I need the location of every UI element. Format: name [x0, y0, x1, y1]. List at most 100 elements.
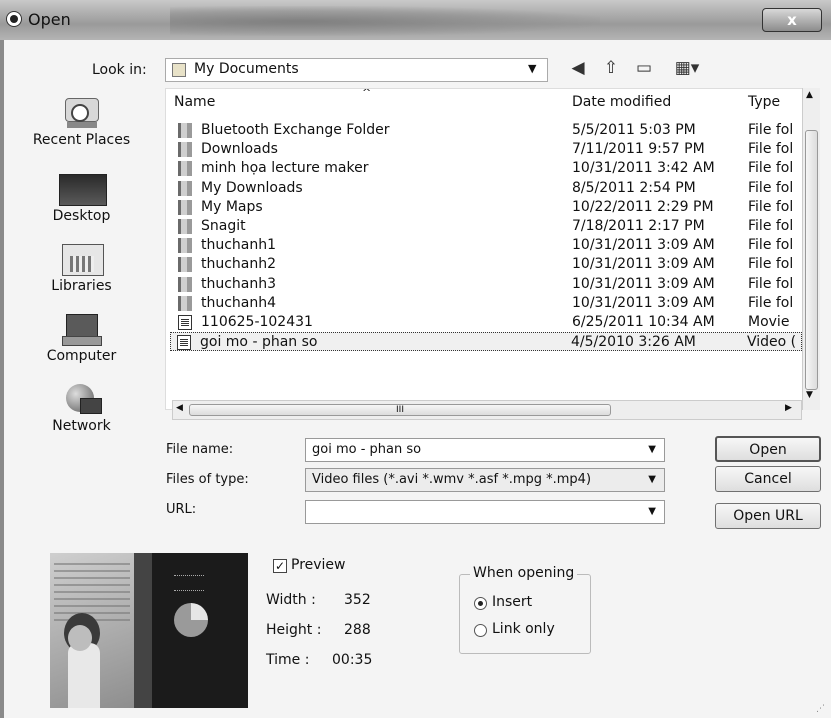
link-only-radio-label: Link only	[492, 621, 555, 637]
vertical-scroll-thumb[interactable]	[805, 130, 818, 390]
scroll-down-icon[interactable]: ▼	[806, 390, 813, 400]
link-only-radio[interactable]	[474, 624, 487, 637]
chevron-down-icon[interactable]: ▼	[648, 501, 656, 523]
file-name-input[interactable]: goi mo - phan so ▼	[305, 438, 665, 462]
file-date: 6/25/2011 10:34 AM	[572, 314, 715, 330]
up-folder-icon[interactable]: ⇧	[600, 56, 622, 80]
place-label: Computer	[46, 348, 117, 364]
resize-grip-icon[interactable]: ⋰	[816, 704, 825, 714]
place-label: Libraries	[51, 278, 112, 294]
file-name: thuchanh1	[201, 237, 277, 254]
file-name-value: goi mo - phan so	[312, 442, 422, 457]
scroll-right-icon[interactable]: ▶	[785, 403, 792, 413]
new-folder-icon[interactable]: ▭	[633, 56, 655, 80]
back-icon[interactable]: ◀	[567, 56, 589, 80]
file-type: File fol	[748, 294, 794, 311]
file-date: 8/5/2011 2:54 PM	[572, 179, 696, 196]
url-input[interactable]: ▼	[305, 500, 665, 524]
window-title: Open	[28, 10, 71, 29]
file-name: Downloads	[201, 141, 278, 158]
place-label: Recent Places	[32, 132, 131, 148]
video-file-icon	[177, 335, 191, 351]
folder-icon	[178, 276, 192, 292]
height-value: 288	[344, 622, 371, 638]
file-row[interactable]: 110625-102431 6/25/2011 10:34 AM Movie	[172, 313, 804, 332]
place-network[interactable]: Network	[4, 382, 159, 434]
file-date: 7/18/2011 2:17 PM	[572, 218, 705, 234]
desktop-icon	[58, 172, 107, 206]
computer-icon	[61, 312, 102, 346]
file-date: 10/31/2011 3:09 AM	[572, 256, 715, 273]
scroll-left-icon[interactable]: ◀	[176, 403, 183, 413]
place-libraries[interactable]: Libraries	[4, 242, 159, 294]
file-row[interactable]: thuchanh1 10/31/2011 3:09 AM File fol	[172, 236, 804, 255]
file-row[interactable]: minh họa lecture maker 10/31/2011 3:42 AM…	[172, 159, 804, 178]
file-row[interactable]: thuchanh4 10/31/2011 3:09 AM File fol	[172, 294, 804, 313]
file-date: 10/22/2011 2:29 PM	[572, 198, 714, 215]
file-date: 10/31/2011 3:09 AM	[572, 275, 715, 292]
file-date: 4/5/2010 3:26 AM	[571, 334, 696, 351]
file-name: goi mo - phan so	[200, 334, 318, 351]
folder-icon	[178, 295, 192, 311]
place-desktop[interactable]: Desktop	[4, 172, 159, 224]
column-header-type[interactable]: Type	[748, 89, 780, 115]
place-label: Desktop	[52, 208, 111, 224]
file-row[interactable]: Bluetooth Exchange Folder 5/5/2011 5:03 P…	[172, 121, 804, 140]
vertical-scrollbar[interactable]: ▲ ▼	[802, 88, 820, 410]
insert-radio-label: Insert	[492, 594, 533, 610]
insert-radio[interactable]	[474, 597, 487, 610]
view-menu-icon[interactable]: ▦▾	[668, 56, 706, 80]
horizontal-scrollbar[interactable]: ◀ III ▶	[172, 400, 802, 420]
file-date: 7/11/2011 9:57 PM	[572, 141, 705, 158]
horizontal-scroll-thumb[interactable]: III	[189, 404, 611, 416]
files-of-type-dropdown[interactable]: Video files (*.avi *.wmv *.asf *.mpg *.m…	[305, 468, 665, 492]
video-preview-thumbnail	[50, 553, 248, 708]
file-name: My Maps	[201, 198, 263, 215]
file-type: File fol	[748, 218, 794, 234]
scroll-up-icon[interactable]: ▲	[806, 90, 813, 100]
when-opening-group	[459, 574, 591, 654]
close-button[interactable]: x	[762, 8, 822, 32]
file-row[interactable]: Snagit 7/18/2011 2:17 PM File fol	[172, 217, 804, 236]
when-opening-title: When opening	[470, 565, 578, 581]
look-in-label: Look in:	[92, 62, 147, 78]
place-recent-places[interactable]: Recent Places	[4, 96, 159, 148]
file-name: thuchanh3	[201, 275, 277, 292]
file-type: File fol	[748, 237, 794, 254]
network-icon	[62, 382, 102, 416]
file-name: thuchanh4	[201, 294, 277, 311]
file-row[interactable]: thuchanh2 10/31/2011 3:09 AM File fol	[172, 255, 804, 274]
file-row[interactable]: My Maps 10/22/2011 2:29 PM File fol	[172, 198, 804, 217]
file-row[interactable]: My Downloads 8/5/2011 2:54 PM File fol	[172, 179, 804, 198]
file-type: Movie	[748, 314, 790, 330]
file-name: thuchanh2	[201, 256, 277, 273]
file-row[interactable]: thuchanh3 10/31/2011 3:09 AM File fol	[172, 275, 804, 294]
video-file-icon	[178, 315, 192, 330]
open-url-button[interactable]: Open URL	[715, 503, 821, 529]
libraries-icon	[60, 242, 104, 276]
look-in-dropdown[interactable]: My Documents ▼	[165, 58, 548, 82]
folder-icon	[178, 123, 192, 138]
file-row[interactable]: Downloads 7/11/2011 9:57 PM File fol	[172, 140, 804, 159]
chevron-down-icon: ▼	[528, 62, 537, 75]
sort-ascending-icon: ^	[362, 88, 372, 99]
file-type: File fol	[748, 160, 794, 177]
file-name: Snagit	[201, 218, 246, 234]
preview-checkbox[interactable]: ✓	[273, 559, 287, 573]
file-type: File fol	[748, 275, 794, 292]
chevron-down-icon[interactable]: ▼	[648, 469, 656, 491]
file-type: File fol	[748, 256, 794, 273]
column-header-date[interactable]: Date modified	[572, 89, 671, 115]
cancel-button[interactable]: Cancel	[715, 466, 821, 492]
place-label: Network	[52, 418, 111, 434]
folder-icon	[178, 238, 192, 254]
open-button[interactable]: Open	[715, 436, 821, 462]
file-row[interactable]: goi mo - phan so 4/5/2010 3:26 AM Video (	[170, 332, 802, 352]
recent-places-icon	[63, 96, 101, 130]
column-header-name[interactable]: Name	[174, 89, 215, 115]
file-name: 110625-102431	[201, 314, 313, 330]
chevron-down-icon[interactable]: ▼	[648, 439, 656, 461]
file-list[interactable]: Name ^ Date modified Type Bluetooth Exch…	[165, 88, 820, 410]
files-of-type-label: Files of type:	[166, 472, 249, 487]
place-computer[interactable]: Computer	[4, 312, 159, 364]
